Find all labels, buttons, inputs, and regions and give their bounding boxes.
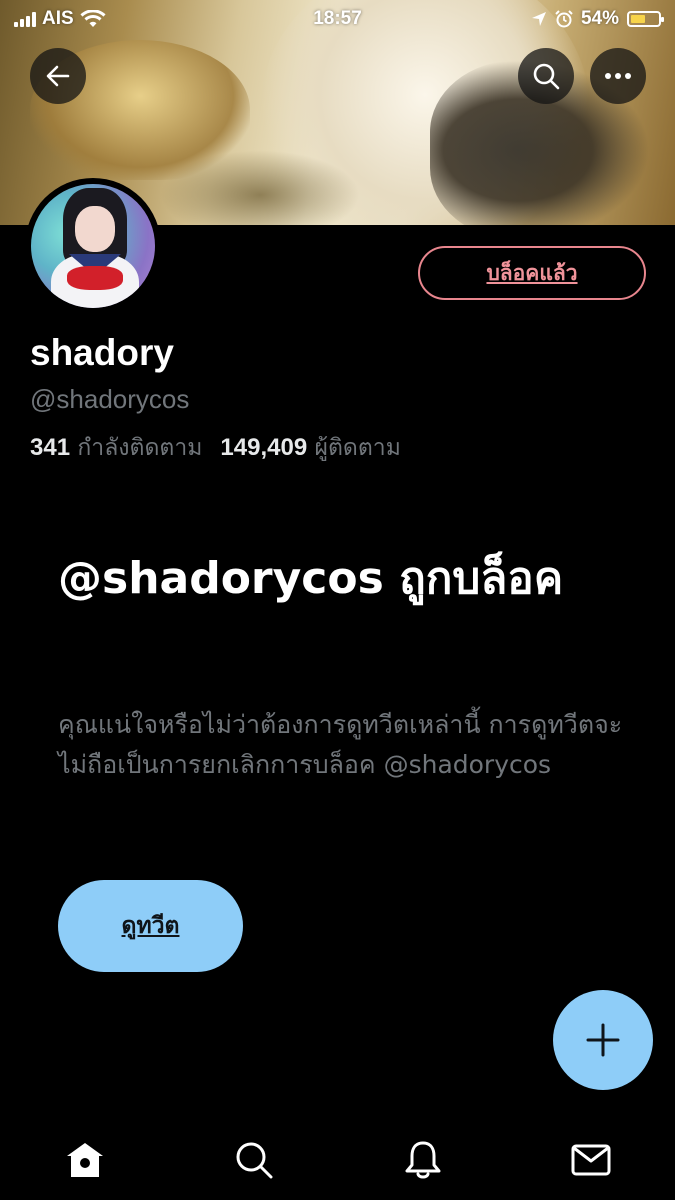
- back-button[interactable]: [30, 48, 86, 104]
- status-bar: AIS 18:57 54%: [0, 0, 675, 38]
- followers-link[interactable]: 149,409 ผู้ติดตาม: [220, 434, 401, 461]
- follow-stats: 341 กำลังติดตาม 149,409 ผู้ติดตาม: [30, 430, 401, 466]
- header-search-button[interactable]: [518, 48, 574, 104]
- tab-home[interactable]: [60, 1135, 110, 1185]
- more-icon: [605, 73, 631, 79]
- bottom-tab-bar: [0, 1110, 675, 1200]
- following-count: 341: [30, 434, 71, 461]
- back-arrow-icon: [46, 65, 70, 87]
- blocked-button[interactable]: บล็อคแล้ว: [418, 246, 646, 300]
- avatar-image: [31, 184, 155, 308]
- bell-icon: [405, 1141, 441, 1179]
- location-icon: [531, 12, 546, 26]
- following-label: กำลังติดตาม: [77, 435, 203, 461]
- tab-notifications[interactable]: [398, 1135, 448, 1185]
- blocked-description: คุณแน่ใจหรือไม่ว่าต้องการดูทวีตเหล่านี้ …: [58, 710, 623, 779]
- home-icon: [67, 1143, 103, 1177]
- user-handle: @shadorycos: [30, 384, 190, 414]
- search-icon: [236, 1142, 273, 1179]
- battery-percent: 54%: [580, 8, 619, 29]
- plus-icon: [586, 1023, 620, 1057]
- followers-label: ผู้ติดตาม: [314, 435, 401, 461]
- view-tweets-button[interactable]: ดูทวีต: [58, 880, 243, 972]
- avatar[interactable]: [25, 178, 161, 314]
- blocked-title: @shadorycos ถูกบล็อค: [58, 553, 564, 604]
- display-name: shadory: [30, 332, 174, 373]
- more-options-button[interactable]: [590, 48, 646, 104]
- mail-icon: [571, 1144, 611, 1176]
- alarm-icon: [555, 10, 573, 28]
- following-link[interactable]: 341 กำลังติดตาม: [30, 434, 203, 461]
- compose-tweet-button[interactable]: [553, 990, 653, 1090]
- tab-search[interactable]: [229, 1135, 279, 1185]
- battery-level: [631, 15, 646, 23]
- tab-messages[interactable]: [566, 1135, 616, 1185]
- followers-count: 149,409: [220, 434, 308, 461]
- battery-icon: [627, 11, 664, 27]
- search-icon: [533, 63, 560, 90]
